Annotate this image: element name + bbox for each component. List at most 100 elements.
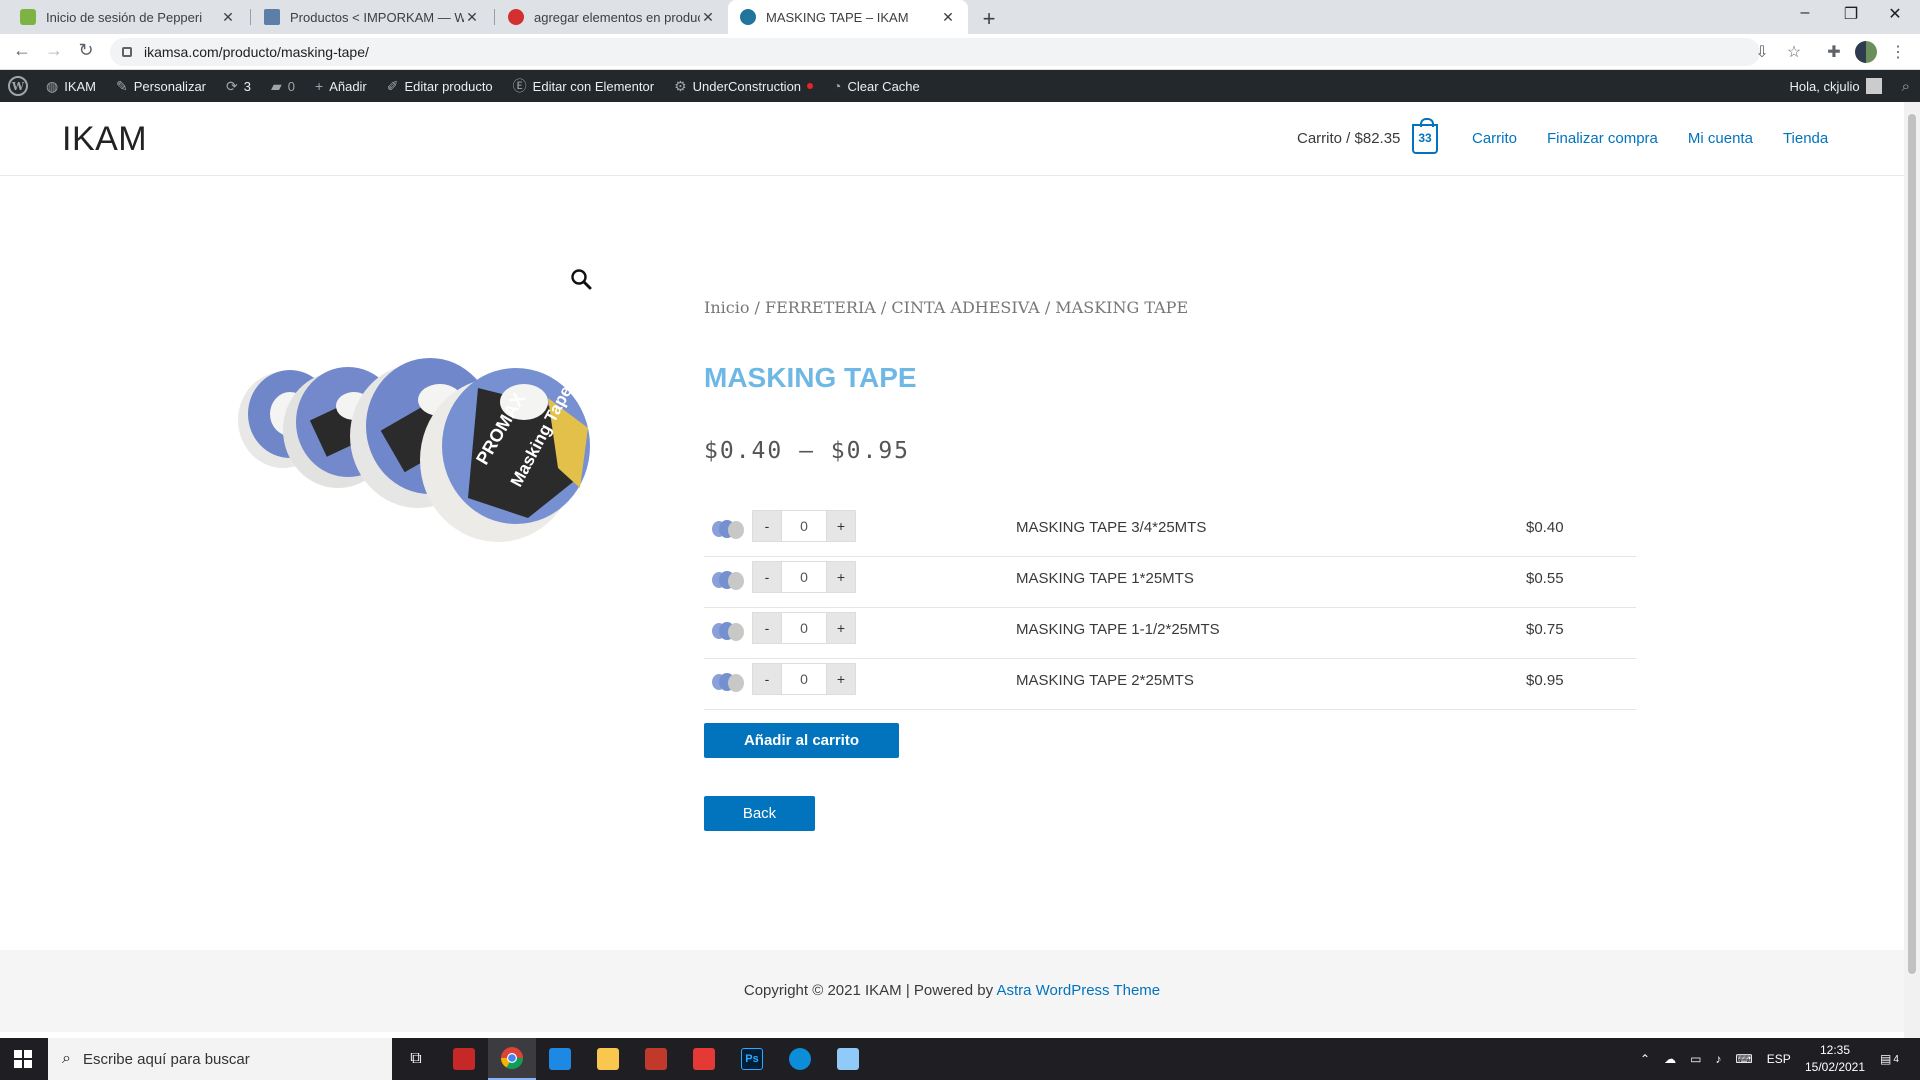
notepad-app-icon[interactable] (824, 1038, 872, 1080)
menu-kebab-icon[interactable]: ⋮ (1888, 42, 1908, 62)
close-icon[interactable]: ✕ (700, 9, 716, 26)
forward-arrow-icon[interactable]: → (42, 40, 66, 61)
notification-icon: ▤ (1880, 1052, 1892, 1066)
qty-plus-button[interactable]: + (826, 663, 856, 695)
network-icon[interactable]: ▭ (1690, 1052, 1701, 1066)
adminbar-comments[interactable]: ▰ 0 (261, 70, 305, 102)
extensions-puzzle-icon[interactable]: ✚ (1824, 42, 1844, 62)
qty-minus-button[interactable]: - (752, 510, 782, 542)
comments-icon: ▰ (270, 77, 282, 94)
nav-item-finalizar-compra[interactable]: Finalizar compra (1547, 130, 1658, 147)
status-dot (807, 83, 814, 89)
keyboard-icon[interactable]: ⌨ (1735, 1052, 1752, 1066)
nav-item-carrito[interactable]: Carrito (1472, 130, 1517, 147)
adminbar-account[interactable]: Hola, ckjulio (1780, 70, 1892, 102)
address-bar[interactable]: ikamsa.com/producto/masking-tape/ (110, 38, 1760, 66)
qty-input[interactable]: 0 (782, 663, 826, 695)
quantity-stepper: - 0 + (752, 561, 856, 593)
close-icon[interactable]: ✕ (220, 9, 236, 26)
add-to-cart-button[interactable]: Añadir al carrito (704, 723, 899, 758)
language-indicator[interactable]: ESP (1767, 1052, 1791, 1066)
table-row: - 0 + MASKING TAPE 2*25MTS $0.95 (704, 659, 1636, 710)
site-title[interactable]: IKAM (62, 120, 147, 159)
qty-minus-button[interactable]: - (752, 612, 782, 644)
qty-minus-button[interactable]: - (752, 663, 782, 695)
browser-tab[interactable]: Productos < IMPORKAM — WordPress ✕ (252, 0, 492, 34)
back-button[interactable]: Back (704, 796, 815, 831)
windows-start-icon[interactable] (14, 1050, 32, 1068)
footer-theme-link[interactable]: Astra WordPress Theme (996, 982, 1160, 999)
qty-input[interactable]: 0 (782, 561, 826, 593)
onedrive-cloud-icon[interactable]: ☁ (1664, 1052, 1676, 1066)
mail-app-icon[interactable] (536, 1038, 584, 1080)
bookmark-star-icon[interactable]: ☆ (1784, 42, 1804, 62)
adminbar-label: 3 (243, 78, 251, 94)
scrollbar-thumb[interactable] (1908, 114, 1916, 974)
price-range: $0.40 – $0.95 (704, 438, 911, 464)
pdf-app-icon[interactable] (440, 1038, 488, 1080)
pepperi-favicon-icon (20, 9, 36, 25)
adminbar-site-name[interactable]: ◍ IKAM (36, 70, 106, 102)
page-scrollbar[interactable] (1904, 102, 1920, 1038)
tray-chevron-up-icon[interactable]: ⌃ (1640, 1052, 1650, 1066)
site-header: IKAM Carrito / $82.35 33 Carrito Finaliz… (0, 102, 1904, 176)
pdf-editor-app-icon[interactable] (680, 1038, 728, 1080)
notification-center[interactable]: ▤ 4 (1880, 1038, 1899, 1080)
footer-copyright: Copyright © 2021 IKAM | Powered by (743, 982, 997, 999)
cart-count: 33 (1418, 131, 1432, 145)
qty-plus-button[interactable]: + (826, 612, 856, 644)
restore-icon[interactable]: ❐ (1836, 4, 1866, 24)
taskbar-search-input[interactable]: ⌕ Escribe aquí para buscar (48, 1038, 392, 1080)
variation-thumbnail (712, 571, 744, 590)
taskbar-clock[interactable]: 12:35 15/02/2021 (1800, 1042, 1870, 1076)
nav-item-mi-cuenta[interactable]: Mi cuenta (1688, 130, 1753, 147)
qty-input[interactable]: 0 (782, 510, 826, 542)
wordpress-logo-icon[interactable]: W (0, 70, 36, 102)
header-cart-total[interactable]: Carrito / $82.35 (1297, 130, 1400, 147)
adminbar-elementor[interactable]: Ⓔ Editar con Elementor (503, 70, 664, 102)
clock-time: 12:35 (1819, 1043, 1851, 1057)
browser-tab[interactable]: agregar elementos en productos ✕ (496, 0, 728, 34)
file-explorer-icon[interactable] (584, 1038, 632, 1080)
variation-price: $0.95 (1526, 672, 1564, 689)
back-arrow-icon[interactable]: ← (10, 40, 34, 61)
adminbar-updates[interactable]: ⟳ 3 (216, 70, 261, 102)
window-close-icon[interactable]: ✕ (1880, 4, 1910, 24)
zoom-magnifier-icon[interactable] (570, 268, 592, 290)
adminbar-customize[interactable]: ✎ Personalizar (106, 70, 216, 102)
minimize-icon[interactable]: – (1790, 4, 1820, 22)
browser-tab[interactable]: Inicio de sesión de Pepperi ✕ (8, 0, 248, 34)
close-icon[interactable]: ✕ (940, 9, 956, 26)
adminbar-underconstruction[interactable]: ⚙ UnderConstruction (664, 70, 823, 102)
edge-app-icon[interactable] (776, 1038, 824, 1080)
volume-icon[interactable]: ♪ (1715, 1052, 1721, 1066)
close-icon[interactable]: ✕ (464, 9, 480, 26)
new-tab-plus-icon[interactable]: + (978, 6, 1000, 32)
wp-admin-bar: W ◍ IKAM ✎ Personalizar ⟳ 3 ▰ 0 + Añadir… (0, 70, 1920, 102)
qty-plus-button[interactable]: + (826, 510, 856, 542)
reload-icon[interactable]: ↻ (74, 40, 98, 61)
quantity-stepper: - 0 + (752, 612, 856, 644)
breadcrumb[interactable]: Inicio / FERRETERIA / CINTA ADHESIVA / M… (704, 298, 1188, 317)
adminbar-label: Personalizar (133, 78, 207, 94)
antivirus-app-icon[interactable] (632, 1038, 680, 1080)
profile-avatar[interactable] (1855, 41, 1877, 63)
adminbar-edit-product[interactable]: ✐ Editar producto (377, 70, 503, 102)
search-engine-favicon-icon (508, 9, 524, 25)
adminbar-search-icon[interactable]: ⌕ (1892, 70, 1920, 102)
task-view-icon[interactable]: ⧉ (392, 1038, 440, 1080)
svg-text:W: W (11, 80, 25, 93)
photoshop-app-icon[interactable]: Ps (728, 1038, 776, 1080)
adminbar-new[interactable]: + Añadir (305, 70, 377, 102)
adminbar-clear-cache[interactable]: ◔ Clear Cache (823, 70, 930, 102)
install-app-icon[interactable]: ⇩ (1752, 42, 1772, 62)
browser-tab-active[interactable]: MASKING TAPE – IKAM ✕ (728, 0, 968, 34)
product-image[interactable]: PROMAX Masking Tape (228, 348, 608, 558)
adminbar-label: Editar producto (404, 78, 493, 94)
nav-item-tienda[interactable]: Tienda (1783, 130, 1828, 147)
chrome-app-icon[interactable] (488, 1038, 536, 1080)
qty-plus-button[interactable]: + (826, 561, 856, 593)
qty-minus-button[interactable]: - (752, 561, 782, 593)
cart-bag-icon[interactable]: 33 (1412, 118, 1438, 154)
qty-input[interactable]: 0 (782, 612, 826, 644)
